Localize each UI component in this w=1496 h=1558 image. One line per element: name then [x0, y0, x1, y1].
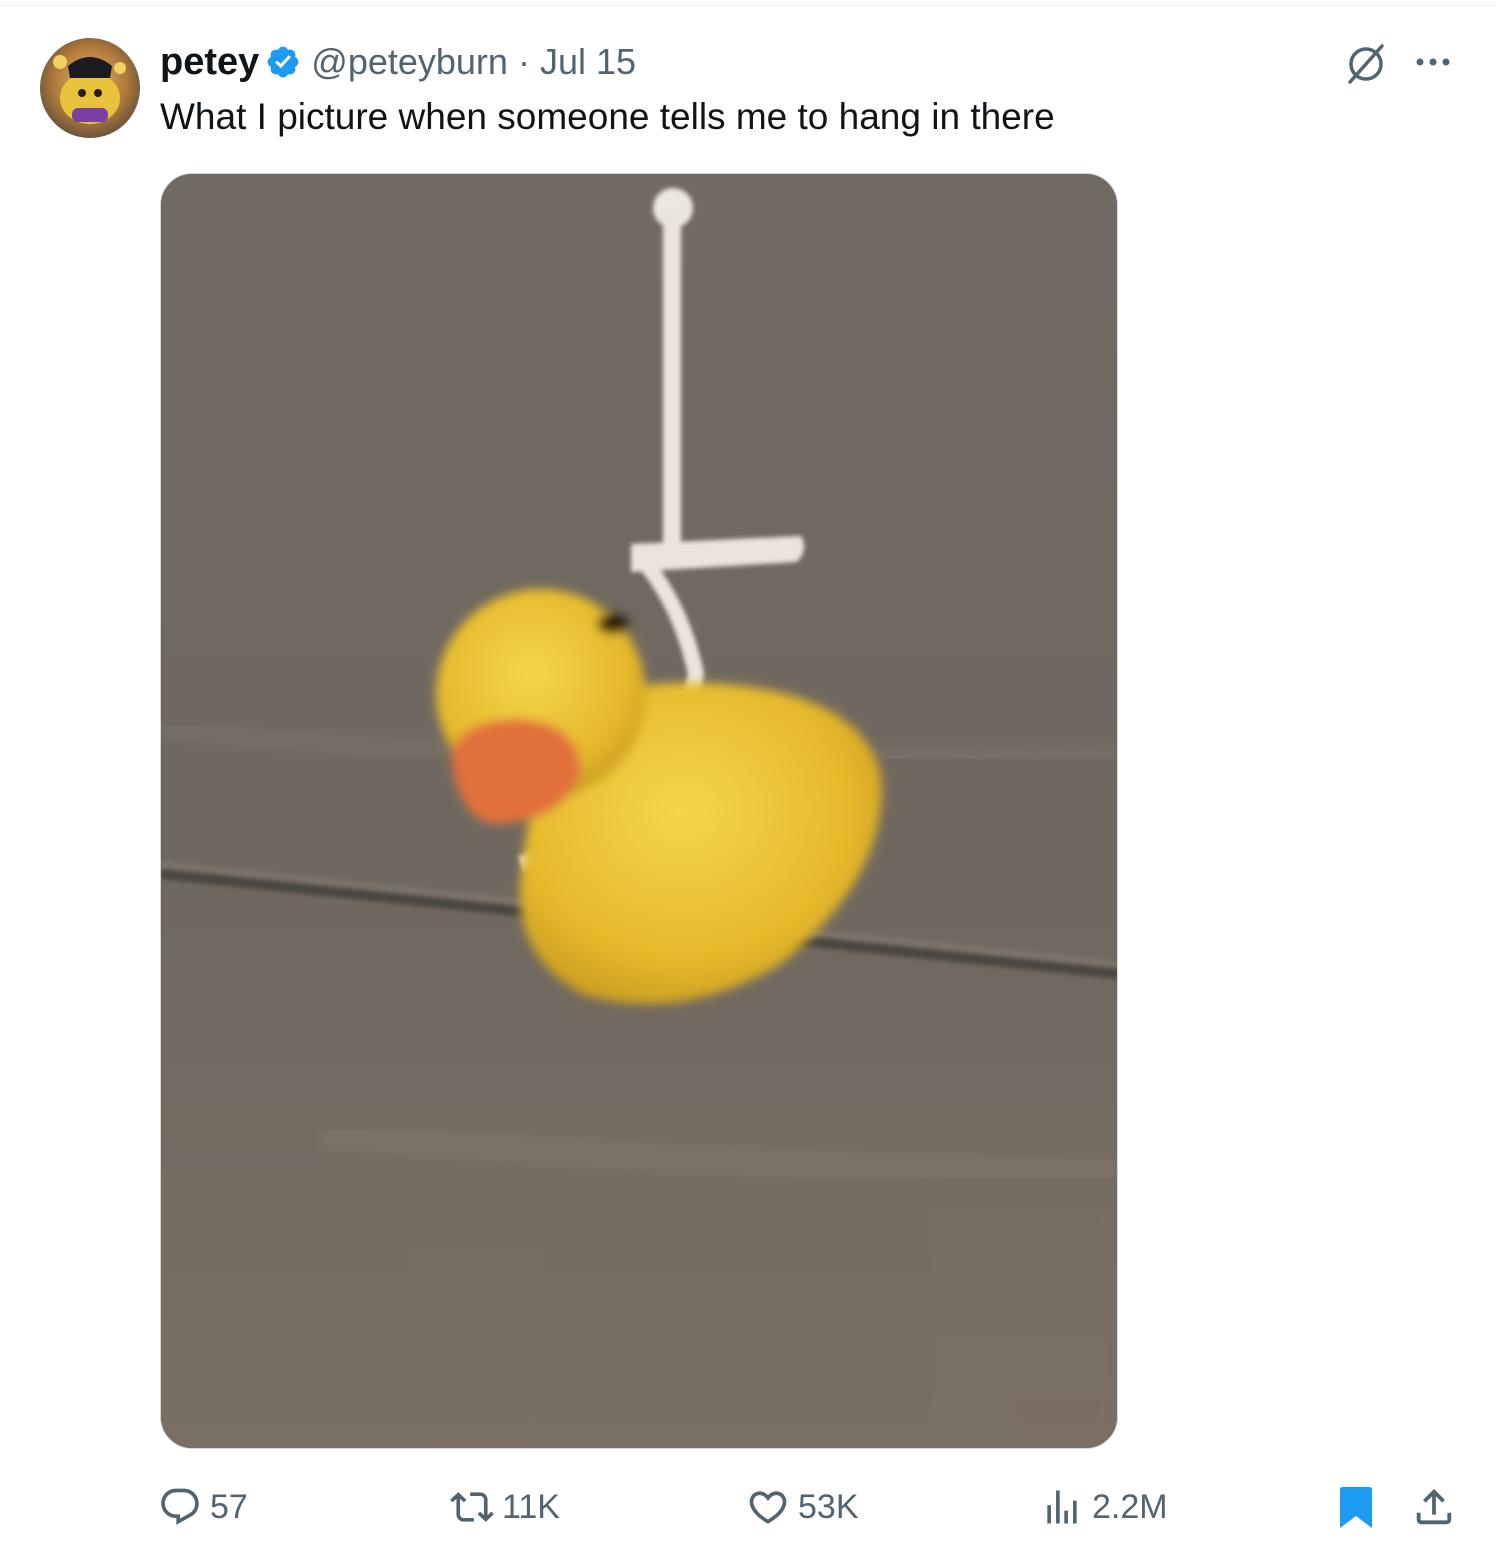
share-button[interactable]: [1410, 1484, 1458, 1530]
grok-slash-circle-icon[interactable]: [1342, 40, 1390, 88]
reply-button[interactable]: 57: [158, 1482, 248, 1532]
views-count: 2.2M: [1092, 1487, 1168, 1526]
timestamp[interactable]: Jul 15: [540, 41, 636, 83]
like-count: 53K: [798, 1487, 859, 1526]
avatar[interactable]: [40, 38, 140, 138]
ellipsis-icon[interactable]: [1408, 44, 1458, 80]
tweet-header: petey @peteyburn · Jul 15: [160, 36, 636, 88]
share-upload-icon: [1416, 1488, 1452, 1525]
verified-badge-icon: [265, 44, 301, 80]
tweet[interactable]: petey @peteyburn · Jul 15 What I picture…: [0, 0, 1496, 1558]
retweet-arrows-icon: [450, 1485, 494, 1529]
heart-icon: [746, 1485, 790, 1529]
like-button[interactable]: 53K: [746, 1482, 859, 1532]
tweet-photo[interactable]: [160, 173, 1118, 1449]
bar-chart-icon: [1040, 1485, 1084, 1529]
tweet-text: What I picture when someone tells me to …: [160, 96, 1055, 137]
bookmark-icon: [1340, 1487, 1372, 1528]
display-name[interactable]: petey: [160, 41, 259, 84]
handle[interactable]: @peteyburn: [311, 41, 508, 83]
bookmark-button[interactable]: [1334, 1484, 1378, 1530]
reply-count: 57: [210, 1487, 248, 1526]
retweet-count: 11K: [502, 1487, 560, 1526]
speech-bubble-icon: [158, 1485, 202, 1529]
views-button[interactable]: 2.2M: [1040, 1482, 1168, 1532]
separator-dot: ·: [517, 41, 530, 82]
retweet-button[interactable]: 11K: [450, 1482, 560, 1532]
